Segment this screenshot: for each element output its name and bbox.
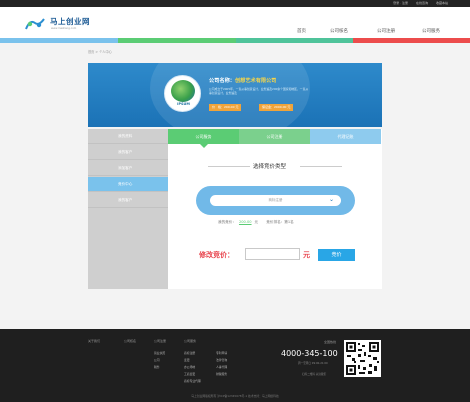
- bid-type-select[interactable]: 商标注册 ⌄: [210, 195, 341, 206]
- footer-link[interactable]: 工商变更: [184, 372, 195, 376]
- tab-company-service[interactable]: 公司服务: [168, 129, 239, 144]
- footer-link[interactable]: 公司: [154, 358, 160, 362]
- top-link-favorite[interactable]: 收藏本站: [436, 1, 448, 6]
- tab-bookkeeping[interactable]: 代理记账: [310, 129, 381, 144]
- active-tab-arrow-icon: [200, 144, 208, 148]
- nav-company-name-check[interactable]: 公司核名: [330, 28, 348, 34]
- section-divider-left: [208, 166, 250, 167]
- footer-link[interactable]: 税务: [154, 365, 160, 369]
- footer-col-registration[interactable]: 公司注册: [154, 339, 166, 343]
- chevron-down-icon[interactable]: ⌄: [329, 197, 334, 203]
- footer-link[interactable]: 办公场地: [184, 365, 195, 369]
- price-tag: 价 格：200.00 元: [209, 104, 242, 111]
- breadcrumb: 首页 > 个人中心: [88, 50, 112, 54]
- modify-bid-unit: 元: [303, 251, 310, 259]
- my-bid-label: 我的竞价：: [218, 220, 236, 224]
- sidebar-item-my-clients[interactable]: 我的客户: [88, 145, 168, 160]
- logo-title[interactable]: 马上创业网: [50, 16, 90, 27]
- section-divider-right: [300, 166, 342, 167]
- sidebar-item-bid-center[interactable]: 竞价中心: [88, 177, 168, 192]
- footer-link[interactable]: 专利申请: [216, 351, 227, 355]
- my-bid-unit: 元: [254, 220, 259, 224]
- copyright: 马上创业网版权所有 沪ICP备12345678号-1 技术支持：马上网络科技: [191, 394, 279, 398]
- footer-col-about[interactable]: 关于我们: [88, 339, 100, 343]
- top-link-login[interactable]: 登录 · 注册: [393, 1, 408, 6]
- color-bar-green: [118, 38, 236, 43]
- company-banner: IPSUM 公司名称：创想艺术有限公司 公司成立于2005年，一直从事创意设计，…: [88, 63, 382, 127]
- color-bar-red: [353, 38, 470, 43]
- footer-link[interactable]: 变更: [184, 358, 190, 362]
- company-name: 公司名称：创想艺术有限公司: [209, 77, 276, 84]
- main-content: 公司服务 公司注册 代理记账 选择竞价类型 商标注册 ⌄ 我的竞价： 200.00…: [168, 129, 382, 289]
- hotline-phone: 4000-345-100: [281, 349, 338, 358]
- avatar-logo-icon: [171, 80, 195, 102]
- footer-col-name-check[interactable]: 公司核名: [124, 339, 136, 343]
- footer-link[interactable]: 法律咨询: [216, 358, 227, 362]
- qr-note: 扫码二维码 关注我们: [302, 373, 327, 376]
- nav-home[interactable]: 首页: [297, 28, 306, 34]
- site-header: 马上创业网 www.mashang.com 首页 公司核名 公司注册 公司服务: [0, 7, 470, 38]
- footer-link[interactable]: 商标注册: [184, 351, 195, 355]
- company-name-label: 公司名称：: [209, 78, 235, 84]
- deposit-tag: 保证金：2000.00 元: [259, 104, 294, 111]
- sidebar-item-add-client[interactable]: 添加客户: [88, 161, 168, 176]
- hotline-title: 全国热线: [324, 340, 337, 344]
- modify-bid-label: 修改竞价：: [199, 251, 234, 259]
- footer-col-service[interactable]: 公司服务: [184, 339, 196, 343]
- footer-link[interactable]: 商标专业代理: [184, 379, 201, 383]
- footer-link[interactable]: 财税服务: [216, 372, 227, 376]
- hotline-hours: 周一至周日 09:00-21:00: [298, 362, 328, 365]
- rank-value: 第1名: [284, 220, 294, 224]
- rank-label: 竞价排名：: [266, 220, 285, 224]
- color-bar-teal: [236, 38, 353, 43]
- sidebar-item-my-profile[interactable]: 我的资料: [88, 129, 168, 144]
- bid-type-panel: 商标注册 ⌄: [196, 186, 355, 215]
- top-link-consult[interactable]: 在线咨询: [416, 1, 428, 6]
- bid-info-row: 我的竞价： 200.00 元 竞价排名：第1名: [218, 220, 294, 225]
- logo-icon[interactable]: [24, 17, 46, 31]
- modify-bid-input[interactable]: [245, 248, 300, 260]
- avatar-text: IPSUM: [177, 102, 190, 106]
- footer-link[interactable]: 人事代理: [216, 365, 227, 369]
- company-description: 公司成立于2005年，一直从事创意设计，业务遍及200余个国家和地区，一直从事创…: [209, 87, 309, 96]
- nav-company-registration[interactable]: 公司注册: [377, 28, 395, 34]
- top-bar: 登录 · 注册 在线咨询 收藏本站: [0, 0, 470, 7]
- logo-url: www.mashang.com: [51, 27, 77, 30]
- company-name-value: 创想艺术有限公司: [234, 78, 277, 84]
- top-links: 登录 · 注册 在线咨询 收藏本站: [393, 1, 448, 6]
- section-title: 选择竞价类型: [253, 164, 287, 170]
- color-bar-blue: [0, 38, 118, 43]
- qr-code-icon: [344, 340, 381, 377]
- tab-company-registration[interactable]: 公司注册: [239, 129, 310, 144]
- nav-company-service[interactable]: 公司服务: [422, 28, 440, 34]
- sidebar-item-my-clients-2[interactable]: 我的客户: [88, 193, 168, 208]
- site-footer: 关于我们 公司核名 公司注册 公司服务 营业执照 公司 税务 商标注册 变更 办…: [0, 329, 470, 402]
- my-bid-value: 200.00: [238, 220, 252, 224]
- footer-link[interactable]: 营业执照: [154, 351, 165, 355]
- company-avatar: IPSUM: [164, 75, 201, 112]
- bid-type-selected-value: 商标注册: [268, 198, 283, 202]
- sidebar: 我的资料 我的客户 添加客户 竞价中心 我的客户: [88, 129, 168, 289]
- submit-bid-button[interactable]: 竞价: [318, 249, 355, 261]
